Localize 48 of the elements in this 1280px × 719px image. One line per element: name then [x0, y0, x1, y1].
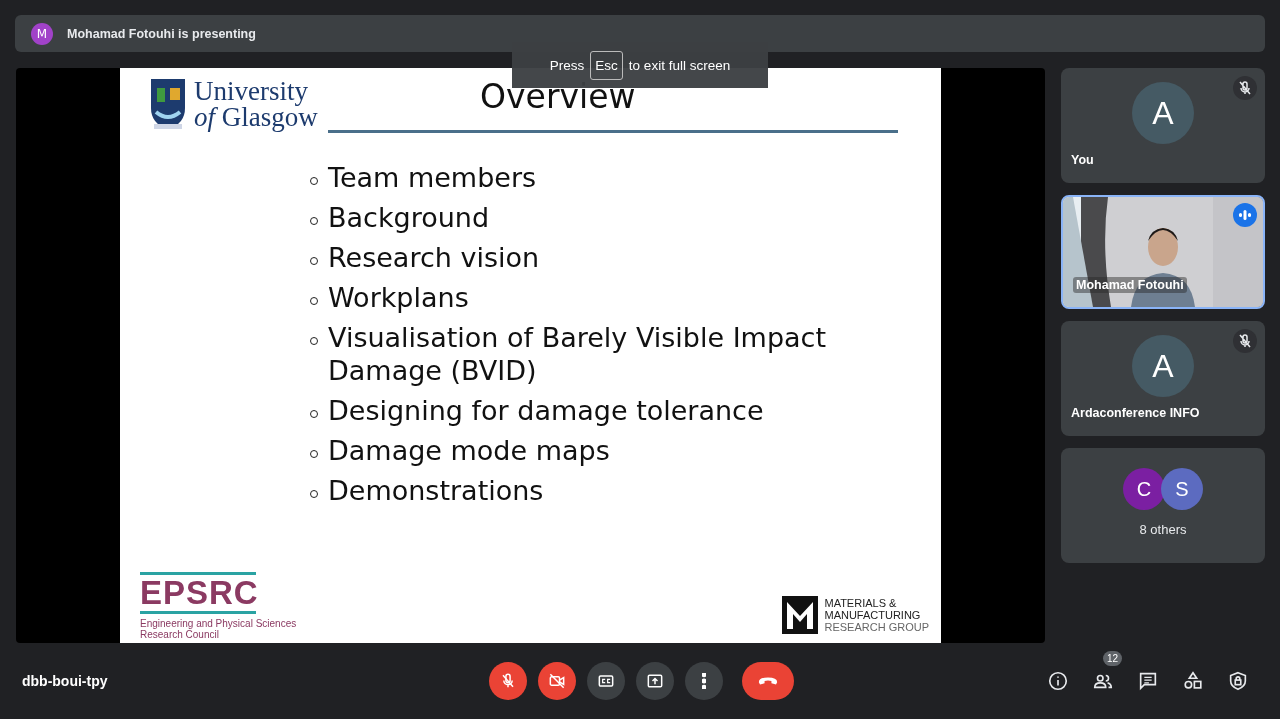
- chat-icon: [1137, 670, 1159, 692]
- avatar: S: [1161, 468, 1203, 510]
- camera-off-icon: [547, 671, 567, 691]
- bullet-text: Demonstrations: [328, 474, 544, 507]
- shapes-icon: [1182, 670, 1204, 692]
- present-icon: [645, 671, 665, 691]
- avatar: A: [1132, 335, 1194, 397]
- participant-name: Mohamad Fotouhi: [1073, 277, 1187, 293]
- more-icon: [702, 673, 706, 689]
- bullet-text: Research vision: [328, 241, 540, 274]
- participant-count: 8 others: [1139, 522, 1187, 537]
- bullet-text: Background: [328, 201, 490, 234]
- logo-text: RESEARCH GROUP: [824, 621, 929, 633]
- speaking-icon: [1233, 203, 1257, 227]
- bullet-text: Visualisation of Barely Visible Impact Damage (BVID): [328, 321, 828, 387]
- present-button[interactable]: [636, 662, 674, 700]
- count-badge: 12: [1103, 651, 1123, 666]
- logo-text: MANUFACTURING: [824, 609, 922, 621]
- crest-icon: [150, 78, 186, 130]
- info-icon: [1047, 670, 1069, 692]
- camera-button[interactable]: [538, 662, 576, 700]
- mic-button[interactable]: [489, 662, 527, 700]
- toast-text: Press: [549, 57, 585, 73]
- avatar: C: [1123, 468, 1165, 510]
- presenter-text: Mohamad Fotouhi is presenting: [67, 26, 256, 41]
- bullet-text: Damage mode maps: [328, 434, 610, 467]
- phone-icon: [758, 677, 778, 685]
- participant-name: Ardaconference INFO: [1071, 406, 1200, 420]
- logo-text: MATERIALS &: [824, 597, 898, 609]
- logo-text: EPSRC: [140, 572, 256, 614]
- group-logo-icon: [782, 596, 819, 634]
- bullet-text: Workplans: [328, 281, 469, 314]
- more-button[interactable]: [685, 662, 723, 700]
- bullet-text: Designing for damage tolerance: [328, 394, 764, 427]
- shield-icon: [1227, 670, 1249, 692]
- esc-key: Esc: [590, 50, 623, 80]
- toast-text: to exit full screen: [628, 57, 731, 73]
- bullet-text: Team members: [328, 161, 537, 194]
- logo-text: University: [194, 78, 309, 104]
- participant-name: You: [1071, 153, 1094, 167]
- avatar: A: [1132, 82, 1194, 144]
- meeting-code: dbb-boui-tpy: [22, 673, 108, 689]
- slide-title: Overview: [480, 78, 636, 116]
- logo-text: Research Council: [140, 629, 219, 640]
- captions-button[interactable]: [587, 662, 625, 700]
- end-button[interactable]: [742, 662, 794, 700]
- logo-text: Engineering and Physical Sciences: [140, 618, 297, 629]
- avatar: M: [31, 22, 53, 45]
